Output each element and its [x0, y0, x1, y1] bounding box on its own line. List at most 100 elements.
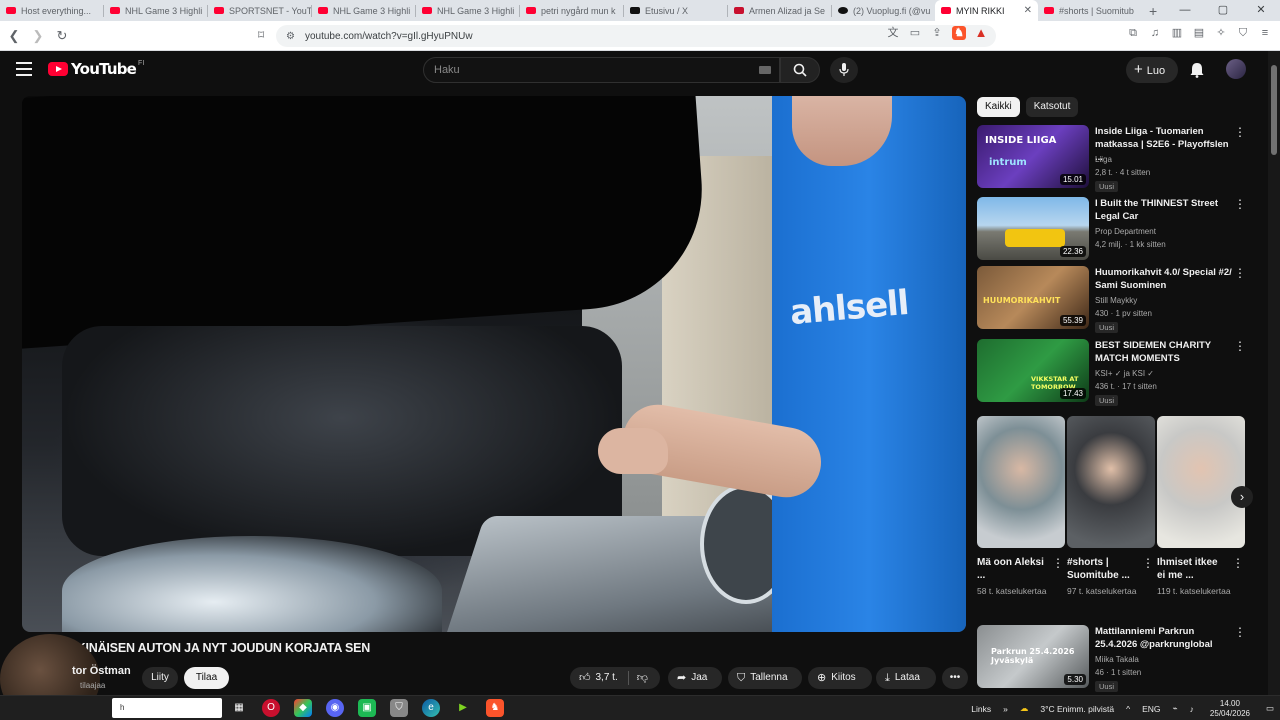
network-icon[interactable]: ⌁ [1173, 703, 1178, 714]
short-thumbnail[interactable] [1157, 416, 1245, 548]
taskbar-search-input[interactable]: h [112, 698, 222, 718]
scrollbar-thumb[interactable] [1271, 65, 1277, 155]
brave-taskbar-icon[interactable]: ♞ [486, 699, 504, 717]
youtube-logo[interactable]: YouTube FI [48, 60, 144, 78]
browser-tab[interactable]: NHL Game 3 Highli [312, 0, 415, 21]
account-avatar[interactable] [1226, 59, 1246, 79]
video-player[interactable]: ahlsell [22, 96, 966, 632]
like-icon[interactable]: 👍︎ [579, 667, 591, 689]
recommendation-title[interactable]: BEST SIDEMEN CHARITY MATCH MOMENTS [1095, 339, 1235, 365]
create-button[interactable]: + Luo [1126, 57, 1178, 83]
reload-icon[interactable]: ↻ [52, 28, 72, 44]
weather-text[interactable]: 3°C Enimm. pilvistä [1040, 704, 1114, 714]
vpn-app-icon[interactable]: ⛉ [390, 699, 408, 717]
new-tab-icon[interactable]: + [1149, 3, 1157, 19]
recommendation-item[interactable]: VIKKSTAR AT TOMORROW 17.43 BEST SIDEMEN … [977, 339, 1267, 406]
notifications-icon[interactable]: ▭ [1266, 703, 1274, 714]
search-button[interactable] [780, 57, 820, 83]
browser-tab[interactable]: NHL Game 3 Highli [416, 0, 519, 21]
more-vertical-icon[interactable]: ⋮ [1234, 197, 1246, 211]
task-view-icon[interactable]: ▦ [230, 699, 248, 717]
screen-icon[interactable]: ▭ [908, 26, 922, 40]
recommendation-channel[interactable]: Prop Department [1095, 227, 1156, 236]
browser-tab[interactable]: NHL Game 3 Highli [104, 0, 207, 21]
keyboard-icon[interactable] [759, 66, 771, 74]
recommendation-title[interactable]: Mattilanniemi Parkrun 25.4.2026 @parkrun… [1095, 625, 1235, 651]
video-thumbnail[interactable]: HUUMORIKAHVIT 55.39 [977, 266, 1089, 329]
voice-search-button[interactable] [830, 57, 858, 83]
short-title[interactable]: Ihmiset itkee ei me ... [1157, 556, 1227, 582]
chevron-up-icon[interactable]: » [1003, 704, 1008, 714]
close-tab-icon[interactable]: ✕ [1024, 5, 1032, 16]
brave-rewards-icon[interactable]: ▲ [974, 26, 988, 40]
chip-all[interactable]: Kaikki [977, 97, 1020, 117]
recommendation-item[interactable]: 22.36 I Built the THINNEST Street Legal … [977, 197, 1267, 263]
chip-watched[interactable]: Katsotut [1025, 97, 1079, 117]
recommendation-title[interactable]: I Built the THINNEST Street Legal Car [1095, 197, 1235, 223]
share-button[interactable]: ➦ Jaa [668, 667, 722, 689]
browser-tab[interactable]: (2) Vuoplug.fi (@vu [832, 0, 935, 21]
opera-icon[interactable]: O [262, 699, 280, 717]
search-input[interactable]: Haku [423, 57, 780, 83]
sidebar-icon[interactable]: ▥ [1170, 26, 1184, 40]
video-thumbnail[interactable]: 22.36 [977, 197, 1089, 260]
like-count[interactable]: 3,7 t. [596, 667, 618, 689]
join-button[interactable]: Liity [142, 667, 178, 689]
links-toolbar[interactable]: Links [971, 704, 991, 714]
edge-icon[interactable]: e [422, 699, 440, 717]
media-player-icon[interactable]: ▶ [454, 699, 472, 717]
wallet-icon[interactable]: ▤ [1192, 26, 1206, 40]
language-indicator[interactable]: ENG [1142, 704, 1160, 714]
short-thumbnail[interactable] [977, 416, 1065, 548]
short-card[interactable]: Ihmiset itkee ei me ... 119 t. katseluke… [1157, 556, 1247, 598]
browser-tab[interactable]: petri nygård mun k [520, 0, 623, 21]
close-window-button[interactable]: ✕ [1242, 0, 1280, 21]
recommendation-channel[interactable]: KSI+ ✓ ja KSI ✓ [1095, 369, 1154, 378]
back-icon[interactable]: ❮ [4, 28, 24, 44]
short-title[interactable]: #shorts | Suomitube ... [1067, 556, 1137, 582]
recommendation-title[interactable]: Inside Liiga - Tuomarien matkassa | S2E6… [1095, 125, 1235, 164]
more-vertical-icon[interactable]: ⋮ [1142, 556, 1154, 570]
recommendation-item[interactable]: HUUMORIKAHVIT 55.39 Huumorikahvit 4.0/ S… [977, 266, 1267, 333]
tray-overflow-icon[interactable]: ^ [1126, 704, 1130, 714]
recommendation-title[interactable]: Huumorikahvit 4.0/ Special #2/ Sami Suom… [1095, 266, 1235, 292]
clock[interactable]: 14.00 25/04/2026 [1210, 699, 1250, 719]
save-button[interactable]: ⛉ Tallenna [728, 667, 802, 689]
subscribe-button[interactable]: Tilaa [184, 667, 229, 689]
download-button[interactable]: ⤓ Lataa [876, 667, 936, 689]
weather-icon[interactable]: ☁ [1020, 703, 1029, 714]
video-thumbnail[interactable]: VIKKSTAR AT TOMORROW 17.43 [977, 339, 1089, 402]
video-thumbnail[interactable]: INSIDE LIIGA intrum 15.01 [977, 125, 1089, 188]
hamburger-menu-icon[interactable] [16, 62, 32, 76]
page-scrollbar[interactable] [1268, 51, 1280, 695]
short-card[interactable]: Mä oon Aleksi ... 58 t. katselukertaa ⋮ [977, 556, 1067, 598]
browser-tab[interactable]: #shorts | Suomitub [1038, 0, 1141, 21]
translate-icon[interactable]: 文 [886, 26, 900, 40]
recommendation-item[interactable]: Parkrun 25.4.2026 Jyväskylä 5.30 Mattila… [977, 625, 1267, 692]
more-vertical-icon[interactable]: ⋮ [1232, 556, 1244, 570]
extension-icon[interactable]: ⧉ [1126, 26, 1140, 40]
more-vertical-icon[interactable]: ⋮ [1234, 266, 1246, 280]
colorful-app-icon[interactable]: ◆ [294, 699, 312, 717]
leo-icon[interactable]: ✧ [1214, 26, 1228, 40]
notifications-bell-icon[interactable] [1189, 62, 1205, 78]
share-icon[interactable]: ⇪ [930, 26, 944, 40]
thanks-button[interactable]: ⊕ Kiitos [808, 667, 872, 689]
recommendation-channel[interactable]: Miika Takala [1095, 655, 1139, 664]
short-title[interactable]: Mä oon Aleksi ... [977, 556, 1047, 582]
browser-tab[interactable]: Etusivu / X [624, 0, 727, 21]
more-actions-button[interactable]: ••• [942, 667, 968, 689]
recommendation-channel[interactable]: Still Maykky [1095, 296, 1137, 305]
short-thumbnail[interactable] [1067, 416, 1155, 548]
browser-tab[interactable]: Armen Alizad ja Se [728, 0, 831, 21]
xbox-app-icon[interactable]: ▣ [358, 699, 376, 717]
channel-name[interactable]: tor Östman [72, 665, 131, 677]
browser-tab[interactable]: SPORTSNET - YouTu [208, 0, 311, 21]
bookmark-icon[interactable]: ⌑ [258, 28, 264, 42]
more-vertical-icon[interactable]: ⋮ [1234, 339, 1246, 353]
shorts-next-icon[interactable]: › [1231, 486, 1253, 508]
volume-icon[interactable]: ♪ [1190, 704, 1194, 714]
browser-tab[interactable]: Host everything... [0, 0, 103, 21]
maximize-button[interactable]: ▢ [1204, 0, 1242, 21]
brave-shields-icon[interactable]: ♞ [952, 26, 966, 40]
